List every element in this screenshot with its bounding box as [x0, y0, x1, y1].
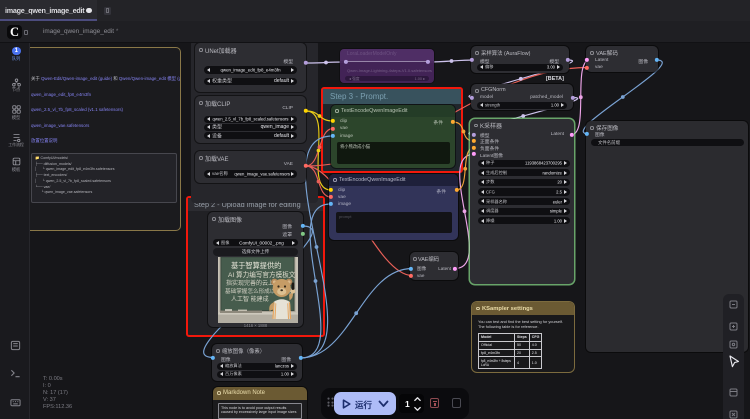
svg-text:基于智算提供的: 基于智算提供的 [231, 261, 281, 270]
svg-text:人工智 能建成: 人工智 能建成 [231, 295, 269, 303]
svg-text:AI 算力编写官方模板文: AI 算力编写官方模板文 [228, 270, 296, 279]
